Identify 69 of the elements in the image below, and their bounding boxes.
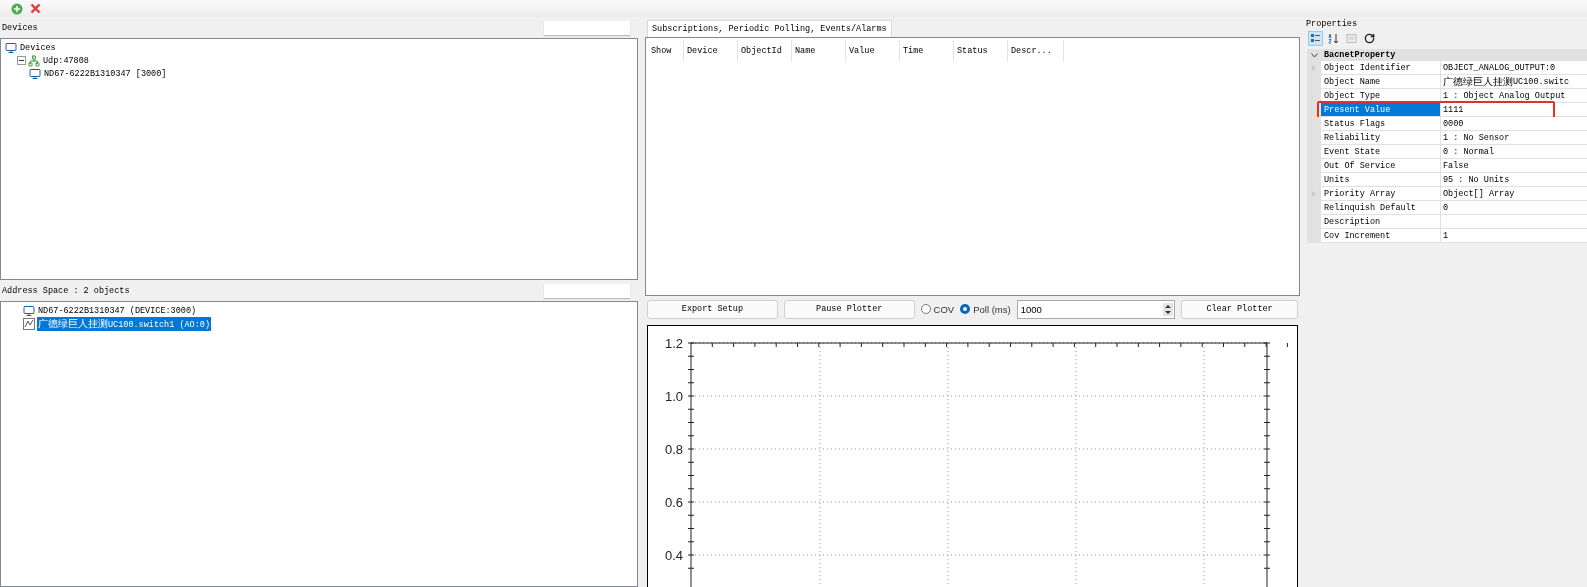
column-header[interactable]: Descr... bbox=[1008, 40, 1064, 62]
property-name[interactable]: Object Identifier bbox=[1321, 61, 1441, 75]
property-name[interactable]: Reliability bbox=[1321, 131, 1441, 145]
tree-item[interactable]: ND67-6222B1310347 [3000] bbox=[43, 68, 168, 79]
property-name[interactable]: Status Flags bbox=[1321, 117, 1441, 131]
property-pages-icon bbox=[1346, 32, 1357, 44]
column-header[interactable]: Name bbox=[792, 40, 846, 62]
property-value[interactable]: False bbox=[1441, 159, 1587, 173]
collapse-icon[interactable] bbox=[17, 56, 26, 65]
column-header[interactable]: ObjectId bbox=[738, 40, 792, 62]
column-header[interactable]: Time bbox=[900, 40, 954, 62]
property-name[interactable]: Cov Increment bbox=[1321, 229, 1441, 243]
computer-icon bbox=[29, 67, 41, 80]
category-header[interactable]: BacnetProperty bbox=[1307, 49, 1587, 61]
column-header[interactable]: Show bbox=[648, 40, 684, 62]
tree-item[interactable]: Udp:47808 bbox=[42, 55, 90, 66]
add-icon bbox=[11, 2, 23, 15]
y-axis-label: 1.0 bbox=[664, 389, 683, 404]
action-button[interactable]: Clear Plotter bbox=[1181, 299, 1298, 319]
y-axis-label: 0.8 bbox=[664, 442, 683, 457]
y-axis-label: 0.4 bbox=[664, 548, 683, 563]
y-axis-label: 1.2 bbox=[664, 336, 683, 351]
column-header[interactable]: Status bbox=[954, 40, 1008, 62]
property-value[interactable]: 0 bbox=[1441, 201, 1587, 215]
toolbar-button[interactable] bbox=[1308, 30, 1323, 46]
property-value[interactable]: 广德绿巨人挂测UC100.switc bbox=[1441, 75, 1587, 89]
column-header[interactable]: Device bbox=[684, 40, 738, 62]
property-value[interactable]: 0000 bbox=[1441, 117, 1587, 131]
panel-title: Address Space : 2 objects bbox=[2, 285, 130, 296]
action-button[interactable]: Pause Plotter bbox=[783, 299, 915, 319]
property-value[interactable]: OBJECT_ANALOG_OUTPUT:0 bbox=[1441, 61, 1587, 75]
spin-arrows-icon bbox=[1163, 302, 1174, 316]
property-name[interactable]: Relinquish Default bbox=[1321, 201, 1441, 215]
property-value[interactable]: 1111 bbox=[1441, 103, 1587, 117]
chevron-icon bbox=[1311, 52, 1318, 58]
network-icon bbox=[28, 54, 40, 67]
mode-radio[interactable]: Poll (ms) bbox=[960, 303, 1011, 315]
row-gutter bbox=[1307, 229, 1321, 243]
tree-item[interactable]: ND67-6222B1310347 (DEVICE:3000) bbox=[37, 305, 198, 316]
computers-icon bbox=[5, 41, 17, 54]
property-value[interactable]: 1 : No Sensor bbox=[1441, 131, 1587, 145]
property-name[interactable]: Event State bbox=[1321, 145, 1441, 159]
property-value[interactable]: 0 : Normal bbox=[1441, 145, 1587, 159]
property-name[interactable]: Priority Array bbox=[1321, 187, 1441, 201]
computer-icon bbox=[23, 304, 35, 317]
property-name[interactable]: Description bbox=[1321, 215, 1441, 229]
tab[interactable]: Subscriptions, Periodic Polling, Events/Alarms bbox=[647, 20, 892, 37]
panel-title: Properties bbox=[1306, 18, 1357, 29]
remove-button[interactable] bbox=[28, 1, 42, 16]
column-header[interactable]: Value bbox=[846, 40, 900, 62]
y-axis-label: 0.6 bbox=[664, 495, 683, 510]
add-button[interactable] bbox=[10, 1, 24, 16]
tree-item[interactable]: Devices bbox=[19, 42, 57, 53]
refresh-icon bbox=[1364, 32, 1375, 44]
sort-icon bbox=[1328, 32, 1339, 44]
categorized-icon bbox=[1310, 32, 1321, 44]
property-name[interactable]: Out Of Service bbox=[1321, 159, 1441, 173]
property-name[interactable]: Units bbox=[1321, 173, 1441, 187]
property-value[interactable]: 95 : No Units bbox=[1441, 173, 1587, 187]
close-icon bbox=[29, 3, 41, 14]
action-button[interactable]: Export Setup bbox=[647, 299, 778, 319]
property-name[interactable]: Object Name bbox=[1321, 75, 1441, 89]
property-name[interactable]: Present Value bbox=[1321, 103, 1441, 117]
property-value[interactable]: Object[] Array bbox=[1441, 187, 1587, 201]
panel-title: Devices bbox=[2, 22, 38, 33]
analog-output-icon bbox=[23, 317, 35, 330]
mode-radio[interactable]: COV bbox=[920, 303, 955, 315]
property-value[interactable]: 1 bbox=[1441, 229, 1587, 243]
poll-interval-field[interactable]: 1000 bbox=[1016, 299, 1176, 319]
